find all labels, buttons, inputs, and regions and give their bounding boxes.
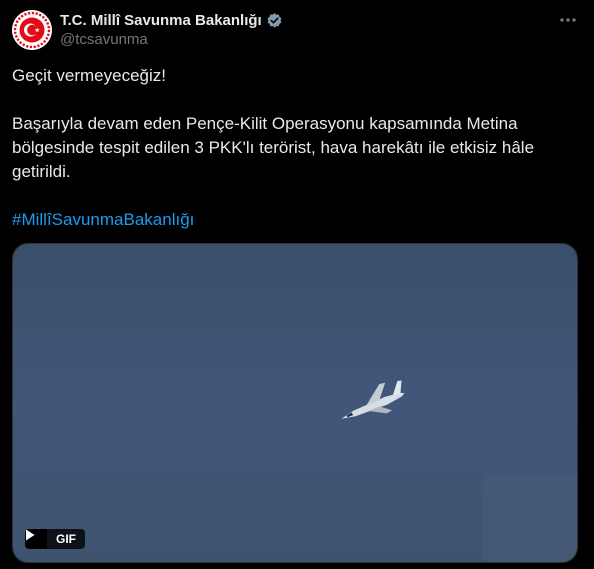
tweet-text: Geçit vermeyeceğiz! Başarıyla devam eden…: [12, 64, 572, 232]
display-name[interactable]: T.C. Millî Savunma Bakanlığı: [60, 12, 262, 29]
fighter-jet-scene: [13, 244, 577, 562]
avatar[interactable]: [12, 10, 52, 50]
more-dots-icon: [560, 18, 576, 22]
tweet-body: Başarıyla devam eden Pençe-Kilit Operasy…: [12, 114, 535, 181]
tweet-card: T.C. Millî Savunma Bakanlığı @tcsavunma …: [0, 0, 594, 569]
hashtag-link[interactable]: #MillîSavunmaBakanlığı: [12, 210, 194, 229]
ministry-emblem-icon: [12, 10, 52, 50]
play-icon[interactable]: [25, 529, 47, 549]
author-handle[interactable]: @tcsavunma: [60, 31, 148, 48]
more-options-button[interactable]: [556, 10, 580, 30]
media-gif[interactable]: GIF: [12, 243, 578, 563]
gif-label: GIF: [47, 529, 85, 549]
verified-badge-icon: [266, 12, 283, 29]
author-name-row: T.C. Millî Savunma Bakanlığı: [60, 10, 283, 30]
gif-badge[interactable]: GIF: [25, 529, 85, 549]
tweet-headline: Geçit vermeyeceğiz!: [12, 66, 166, 85]
